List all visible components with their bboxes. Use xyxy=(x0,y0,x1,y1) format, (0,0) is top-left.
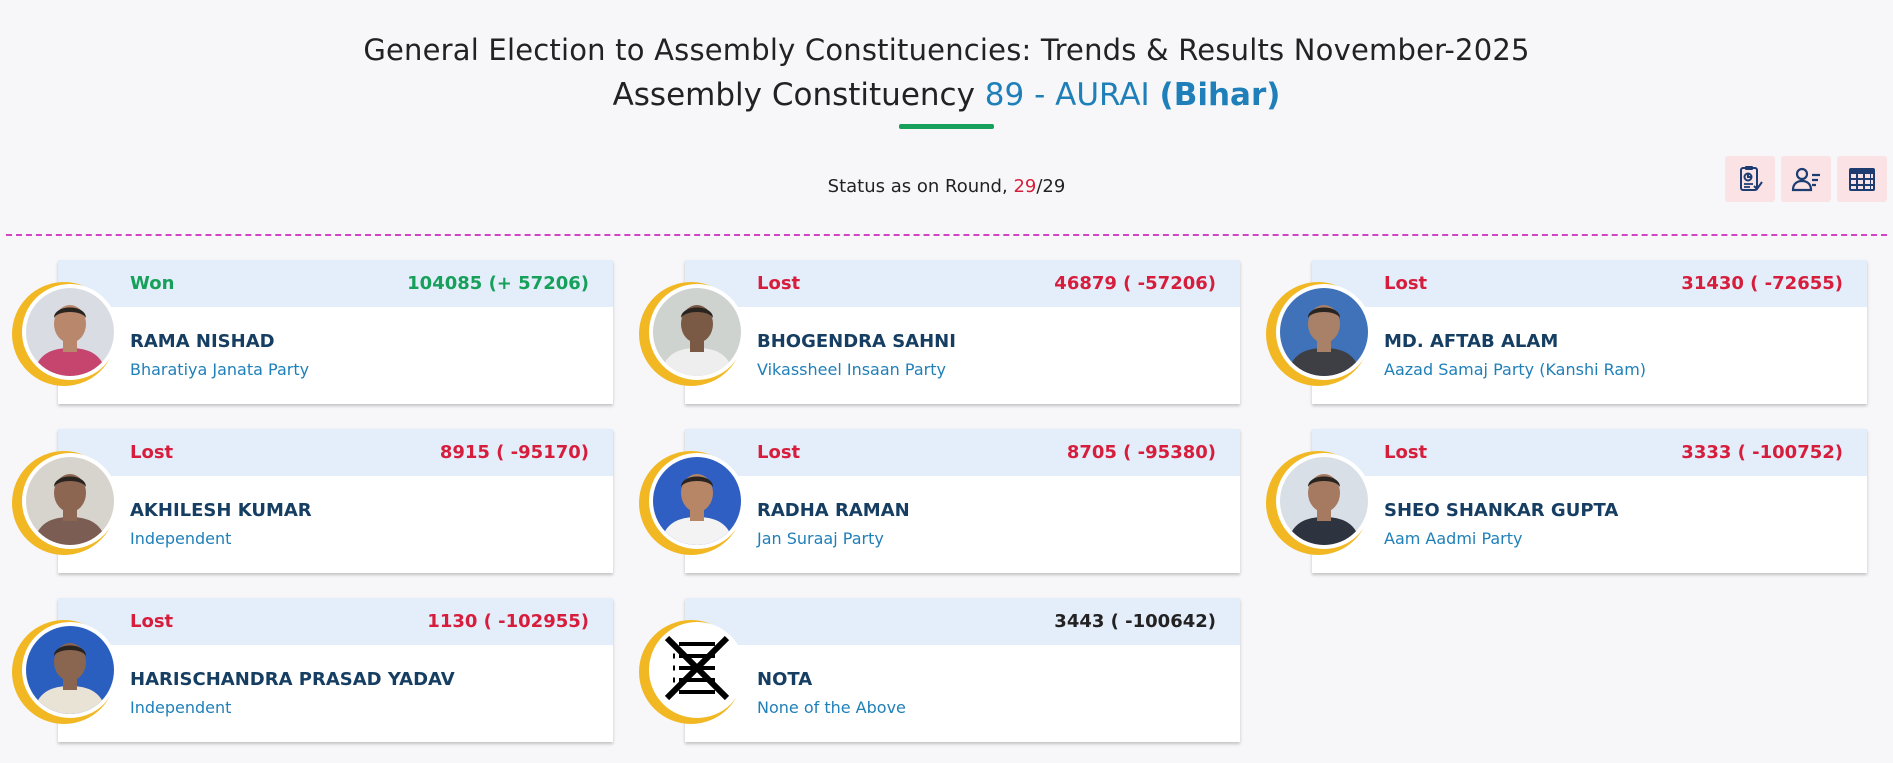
candidate-name: HARISCHANDRA PRASAD YADAV xyxy=(130,669,455,690)
vote-count: 3333 ( -100752) xyxy=(1681,442,1843,463)
card-header: Lost 3333 ( -100752) xyxy=(1312,429,1867,476)
result-status: Lost xyxy=(757,442,801,463)
table-icon xyxy=(1849,168,1875,191)
nota-icon xyxy=(653,626,741,714)
avatar xyxy=(22,284,118,380)
section-divider xyxy=(6,234,1887,236)
vote-count: 104085 (+ 57206) xyxy=(407,273,589,294)
page-title: General Election to Assembly Constituenc… xyxy=(363,33,1530,67)
candidate-name: SHEO SHANKAR GUPTA xyxy=(1384,500,1619,521)
result-status: Won xyxy=(130,273,175,294)
avatar-ring xyxy=(639,620,745,724)
candidate-photo xyxy=(26,457,114,545)
avatar xyxy=(649,622,745,718)
party-name: Independent xyxy=(130,529,232,548)
candidate-name: BHOGENDRA SAHNI xyxy=(757,331,956,352)
party-name: Bharatiya Janata Party xyxy=(130,360,310,379)
party-name: None of the Above xyxy=(757,698,906,717)
candidate-photo xyxy=(653,457,741,545)
report-button[interactable] xyxy=(1725,156,1775,202)
result-status: Lost xyxy=(1384,442,1428,463)
state-name: (Bihar) xyxy=(1159,77,1281,113)
candidate-photo xyxy=(653,288,741,376)
result-status: Lost xyxy=(1384,273,1428,294)
result-status: Lost xyxy=(757,273,801,294)
candidate-card[interactable]: Lost 1130 ( -102955) HARISCHANDRA PRASAD… xyxy=(12,598,613,742)
candidate-name: AKHILESH KUMAR xyxy=(130,500,312,521)
candidate-card[interactable]: 3443 ( -100642) NOTA None of the Above xyxy=(639,598,1240,742)
result-status: Lost xyxy=(130,611,174,632)
card-header: Lost 31430 ( -72655) xyxy=(1312,260,1867,307)
avatar-ring xyxy=(639,282,745,386)
round-status: Status as on Round, 29/29 xyxy=(0,176,1893,197)
avatar xyxy=(649,284,745,380)
candidate-name: MD. AFTAB ALAM xyxy=(1384,331,1559,352)
candidate-name: RAMA NISHAD xyxy=(130,331,275,352)
party-name: Aam Aadmi Party xyxy=(1384,529,1523,548)
current-round: 29 xyxy=(1013,176,1037,197)
party-name: Aazad Samaj Party (Kanshi Ram) xyxy=(1384,360,1647,379)
total-rounds: 29 xyxy=(1042,176,1066,197)
vote-count: 3443 ( -100642) xyxy=(1054,611,1216,632)
avatar xyxy=(22,622,118,718)
card-header: Won 104085 (+ 57206) xyxy=(58,260,613,307)
avatar-ring xyxy=(12,620,118,724)
vote-count: 1130 ( -102955) xyxy=(427,611,589,632)
round-status-label: Status as on Round, xyxy=(827,176,1008,197)
avatar-ring xyxy=(1266,282,1372,386)
candidate-card[interactable]: Lost 31430 ( -72655) MD. AFTAB ALAM Aaza… xyxy=(1266,260,1867,404)
report-icon xyxy=(1740,166,1763,191)
card-header: Lost 8915 ( -95170) xyxy=(58,429,613,476)
vote-count: 46879 ( -57206) xyxy=(1054,273,1216,294)
vote-count: 31430 ( -72655) xyxy=(1681,273,1843,294)
candidate-list-button[interactable] xyxy=(1781,156,1831,202)
candidate-card[interactable]: Won 104085 (+ 57206) RAMA NISHAD Bharati… xyxy=(12,260,613,404)
avatar-ring xyxy=(1266,451,1372,555)
vote-count: 8915 ( -95170) xyxy=(439,442,589,463)
party-name: Vikassheel Insaan Party xyxy=(757,360,946,379)
card-header: Lost 46879 ( -57206) xyxy=(685,260,1240,307)
avatar-ring xyxy=(12,282,118,386)
candidate-photo xyxy=(26,626,114,714)
avatar-ring xyxy=(12,451,118,555)
constituency-name: 89 - AURAI xyxy=(984,77,1150,113)
party-name: Independent xyxy=(130,698,232,717)
constituency-title: Assembly Constituency 89 - AURAI (Bihar) xyxy=(0,77,1893,113)
candidate-card[interactable]: Lost 8705 ( -95380) RADHA RAMAN Jan Sura… xyxy=(639,429,1240,573)
vote-count: 8705 ( -95380) xyxy=(1066,442,1216,463)
card-header: Lost 1130 ( -102955) xyxy=(58,598,613,645)
title-underline xyxy=(899,124,994,129)
candidate-card[interactable]: Lost 46879 ( -57206) BHOGENDRA SAHNI Vik… xyxy=(639,260,1240,404)
candidate-photo xyxy=(26,288,114,376)
candidate-photo xyxy=(1280,288,1368,376)
avatar xyxy=(1276,453,1372,549)
candidate-name: RADHA RAMAN xyxy=(757,500,910,521)
avatar xyxy=(22,453,118,549)
card-header: Lost 8705 ( -95380) xyxy=(685,429,1240,476)
candidate-card[interactable]: Lost 3333 ( -100752) SHEO SHANKAR GUPTA … xyxy=(1266,429,1867,573)
avatar xyxy=(1276,284,1372,380)
avatar-ring xyxy=(639,451,745,555)
candidate-list-icon xyxy=(1791,167,1820,192)
table-view-button[interactable] xyxy=(1837,156,1887,202)
candidate-card[interactable]: Lost 8915 ( -95170) AKHILESH KUMAR Indep… xyxy=(12,429,613,573)
candidate-name: NOTA xyxy=(757,669,813,690)
avatar xyxy=(649,453,745,549)
constituency-prefix: Assembly Constituency xyxy=(612,77,975,113)
result-status: Lost xyxy=(130,442,174,463)
candidate-photo xyxy=(1280,457,1368,545)
card-header: 3443 ( -100642) xyxy=(685,598,1240,645)
toolbar xyxy=(1725,156,1887,202)
party-name: Jan Suraaj Party xyxy=(757,529,884,548)
